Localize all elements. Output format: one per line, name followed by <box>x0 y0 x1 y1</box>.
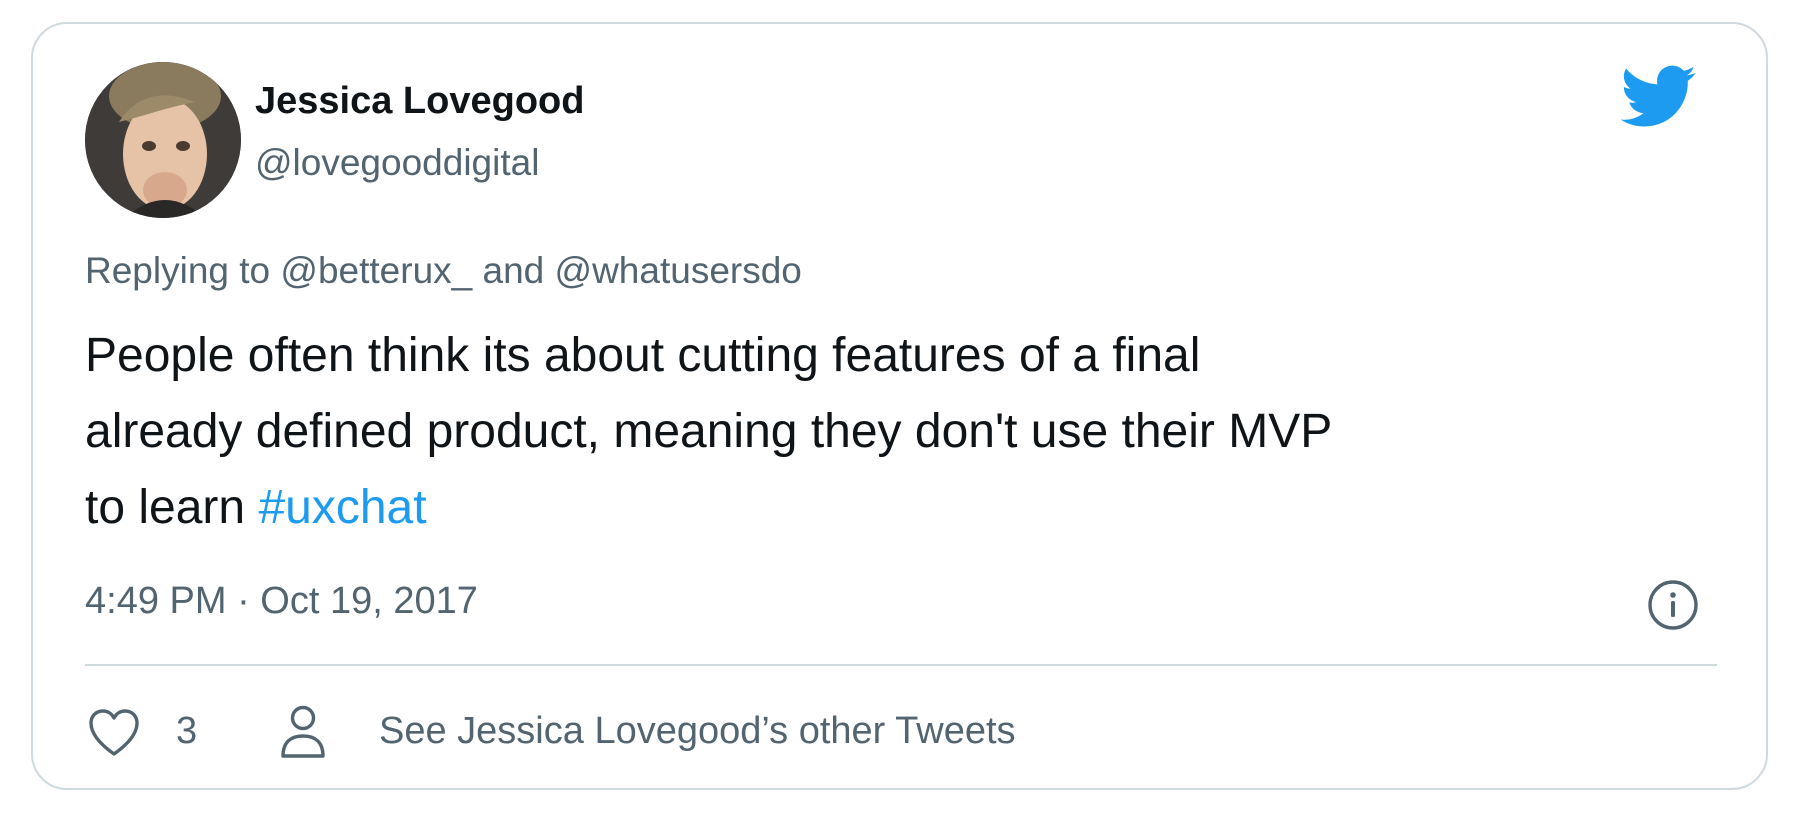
author-name[interactable]: Jessica Lovegood <box>255 80 584 123</box>
replying-prefix: Replying to <box>85 250 281 291</box>
tweet-text: People often think its about cutting fea… <box>85 318 1735 546</box>
replying-to: Replying to @betterux_ and @whatusersdo <box>85 250 802 292</box>
tweet-card: Jessica Lovegood @lovegooddigital Replyi… <box>31 22 1768 790</box>
divider <box>85 664 1717 666</box>
info-icon[interactable] <box>1646 578 1700 632</box>
reply-mention-2[interactable]: @whatusersdo <box>555 250 802 291</box>
twitter-bird-icon[interactable] <box>1621 64 1697 130</box>
heart-icon[interactable] <box>87 708 141 758</box>
tweet-text-line: already defined product, meaning they do… <box>85 405 1333 458</box>
see-other-tweets-link[interactable]: See Jessica Lovegood’s other Tweets <box>379 710 1016 753</box>
tweet-text-fragment: to learn <box>85 481 259 534</box>
author-handle[interactable]: @lovegooddigital <box>255 142 539 184</box>
tweet-text-line: to learn #uxchat <box>85 470 1735 546</box>
tweet-timestamp[interactable]: 4:49 PM · Oct 19, 2017 <box>85 580 478 623</box>
person-icon[interactable] <box>279 704 327 760</box>
hashtag-link[interactable]: #uxchat <box>258 481 426 534</box>
replying-and: and <box>472 250 555 291</box>
like-count: 3 <box>176 710 198 752</box>
reply-mention-1[interactable]: @betterux_ <box>280 250 472 291</box>
tweet-text-line: People often think its about cutting fea… <box>85 329 1201 382</box>
avatar[interactable] <box>85 62 241 218</box>
